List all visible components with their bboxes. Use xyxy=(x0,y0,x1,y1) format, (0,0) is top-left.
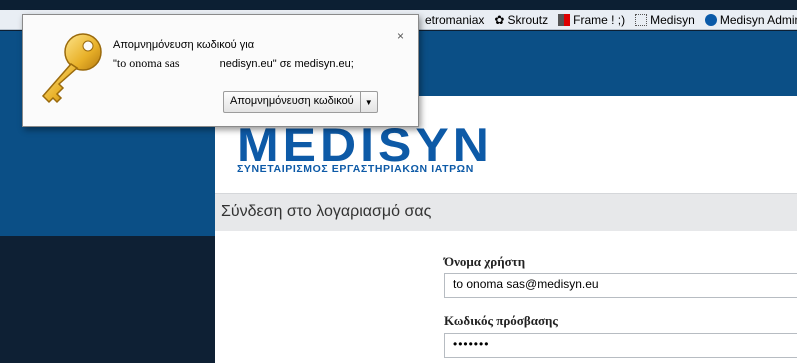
username-input[interactable]: to onoma sas@medisyn.eu xyxy=(444,273,797,298)
globe-icon xyxy=(704,13,717,26)
bookmark-medisyn-label: Medisyn xyxy=(650,12,695,27)
bookmark-medisyn[interactable]: Medisyn xyxy=(635,13,695,27)
page-title: Σύνδεση στο λογαριασμό σας xyxy=(221,203,432,220)
bookmark-frame[interactable]: Frame ! ;) xyxy=(558,13,625,27)
close-icon[interactable]: × xyxy=(397,29,404,43)
bookmark-skroutz-label: Skroutz xyxy=(507,12,549,27)
popup-message-line1: Απομνημόνευση κωδικού για xyxy=(113,39,255,51)
key-icon xyxy=(41,33,102,104)
password-label: Κωδικός πρόσβασης xyxy=(444,313,558,328)
left-sidebar-panel xyxy=(0,96,215,363)
remember-password-button-label[interactable]: Απομνημόνευση κωδικού xyxy=(224,92,361,112)
bookmark-etromaniax-label: etromaniax xyxy=(425,12,485,27)
bookmark-medisyn-admin-label: Medisyn Admin xyxy=(719,12,797,27)
medisyn-logo[interactable]: MEDISYN xyxy=(237,121,493,169)
popup-message-line2: "to onoma sas nedisyn.eu" σε medisyn.eu; xyxy=(113,56,354,71)
remember-password-button[interactable]: Απομνημόνευση κωδικού ▼ xyxy=(223,91,378,113)
username-label: Όνομα χρήστη xyxy=(444,254,526,269)
window-top-strip xyxy=(0,0,797,10)
frame-icon xyxy=(558,13,571,26)
blank-page-icon xyxy=(635,13,648,26)
password-input[interactable]: ••••••• xyxy=(444,333,797,358)
redaction-mask xyxy=(179,58,220,71)
logo-tagline: ΣΥΝΕΤΑΙΡΙΣΜΟΣ ΕΡΓΑΣΤΗΡΙΑΚΩΝ ΙΑΤΡΩΝ xyxy=(237,163,474,175)
bookmark-frame-label: Frame ! ;) xyxy=(573,12,626,27)
bookmark-etromaniax[interactable]: etromaniax xyxy=(425,13,484,27)
login-heading-bar: Σύνδεση στο λογαριασμό σας xyxy=(215,193,797,232)
skroutz-icon: ✿ xyxy=(494,12,505,27)
popup-site-text: nedisyn.eu" σε medisyn.eu; xyxy=(219,58,354,70)
dropdown-arrow-icon[interactable]: ▼ xyxy=(361,92,377,112)
bookmark-skroutz[interactable]: ✿ Skroutz xyxy=(494,13,548,27)
save-password-popup: Απομνημόνευση κωδικού για "to onoma sas n… xyxy=(22,14,419,127)
popup-username: to onoma sas xyxy=(116,56,180,70)
login-form: Όνομα χρήστη to onoma sas@medisyn.eu Κωδ… xyxy=(215,231,797,363)
bookmark-medisyn-admin[interactable]: Medisyn Admin xyxy=(704,12,797,27)
page-content: MEDISYN ΣΥΝΕΤΑΙΡΙΣΜΟΣ ΕΡΓΑΣΤΗΡΙΑΚΩΝ ΙΑΤΡ… xyxy=(215,96,797,363)
